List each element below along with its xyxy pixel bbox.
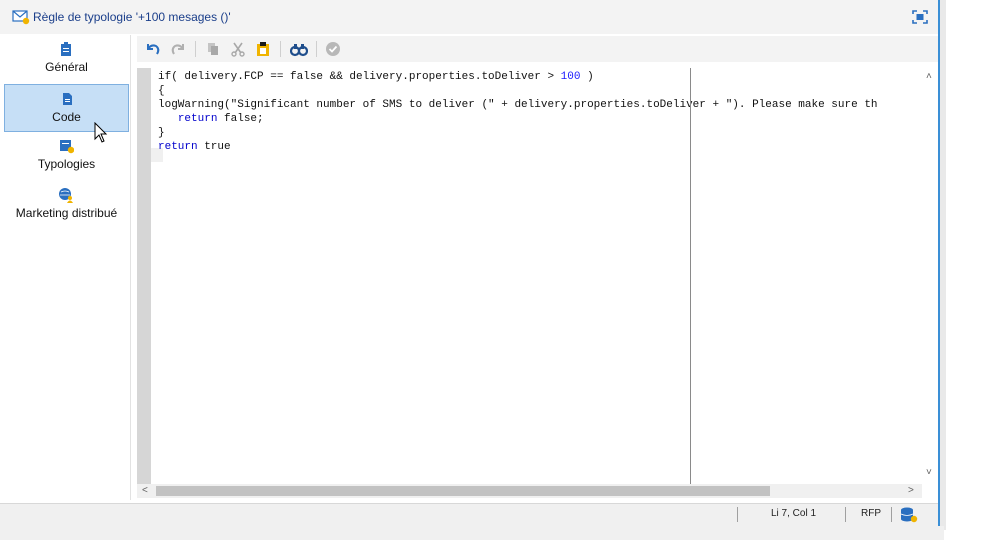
code-line: return false; xyxy=(177,113,264,125)
envelope-rule-icon xyxy=(12,10,30,25)
validate-button[interactable] xyxy=(323,39,343,59)
typology-icon xyxy=(60,140,74,154)
globe-user-icon xyxy=(59,188,73,203)
window-shadow xyxy=(940,0,946,530)
document-icon xyxy=(63,93,72,105)
copy-icon xyxy=(208,43,218,55)
sidebar-item-label: Code xyxy=(52,110,81,124)
bottom-strip xyxy=(0,526,944,540)
editor-gutter xyxy=(137,68,151,484)
undo-icon xyxy=(147,44,160,55)
cut-button[interactable] xyxy=(228,39,248,59)
scroll-down-icon[interactable]: ˅ xyxy=(926,468,932,478)
redo-icon xyxy=(171,44,184,55)
dialog-window: Règle de typologie '+100 mesages ()' Gén… xyxy=(0,0,940,530)
scroll-left-icon[interactable]: < xyxy=(142,486,148,496)
find-button[interactable] xyxy=(289,39,309,59)
sidebar-item-label: Général xyxy=(45,60,88,74)
code-line: { xyxy=(158,85,165,97)
cursor-position: Li 7, Col 1 xyxy=(771,508,817,519)
window-title: Règle de typologie '+100 mesages ()' xyxy=(33,10,231,24)
maximize-icon[interactable] xyxy=(911,9,929,25)
column-ruler xyxy=(690,68,691,484)
paste-icon xyxy=(257,42,269,56)
sidebar-item-label: Typologies xyxy=(37,157,96,171)
sidebar-item-marketing-distribue[interactable]: Marketing distribué xyxy=(4,181,129,229)
scroll-up-icon[interactable]: ˄ xyxy=(926,72,932,82)
code-text-area[interactable]: if( delivery.FCP == false && delivery.pr… xyxy=(158,70,922,482)
sidebar: Général Code Typologies Marketing distri… xyxy=(4,35,131,500)
sidebar-item-label: Marketing distribué xyxy=(15,206,118,220)
copy-button[interactable] xyxy=(203,39,223,59)
database-user-icon[interactable] xyxy=(900,506,918,524)
paste-button[interactable] xyxy=(253,39,273,59)
horizontal-scroll-thumb[interactable] xyxy=(156,486,770,496)
sidebar-item-general[interactable]: Général xyxy=(4,35,129,83)
cut-icon xyxy=(231,42,245,57)
mouse-pointer-icon xyxy=(94,122,108,143)
find-icon xyxy=(290,44,308,57)
status-mode: RFP xyxy=(861,508,881,519)
clipboard-icon xyxy=(61,42,71,56)
sidebar-item-code[interactable]: Code xyxy=(4,84,129,132)
code-line: } xyxy=(158,127,165,139)
vertical-scrollbar[interactable]: ˄ ˅ xyxy=(922,68,938,484)
editor-toolbar xyxy=(137,36,938,62)
undo-button[interactable] xyxy=(143,39,163,59)
code-line: if( delivery.FCP == false && delivery.pr… xyxy=(158,71,594,83)
horizontal-scrollbar[interactable]: < > xyxy=(137,484,922,498)
code-editor[interactable]: if( delivery.FCP == false && delivery.pr… xyxy=(137,68,938,498)
title-bar: Règle de typologie '+100 mesages ()' xyxy=(0,0,938,34)
check-icon xyxy=(326,42,340,56)
code-line: logWarning("Significant number of SMS to… xyxy=(158,99,878,111)
code-line: return true xyxy=(158,141,231,153)
scroll-right-icon[interactable]: > xyxy=(908,486,914,496)
redo-button[interactable] xyxy=(168,39,188,59)
sidebar-item-typologies[interactable]: Typologies xyxy=(4,132,129,180)
status-bar: Li 7, Col 1 RFP xyxy=(0,503,938,526)
